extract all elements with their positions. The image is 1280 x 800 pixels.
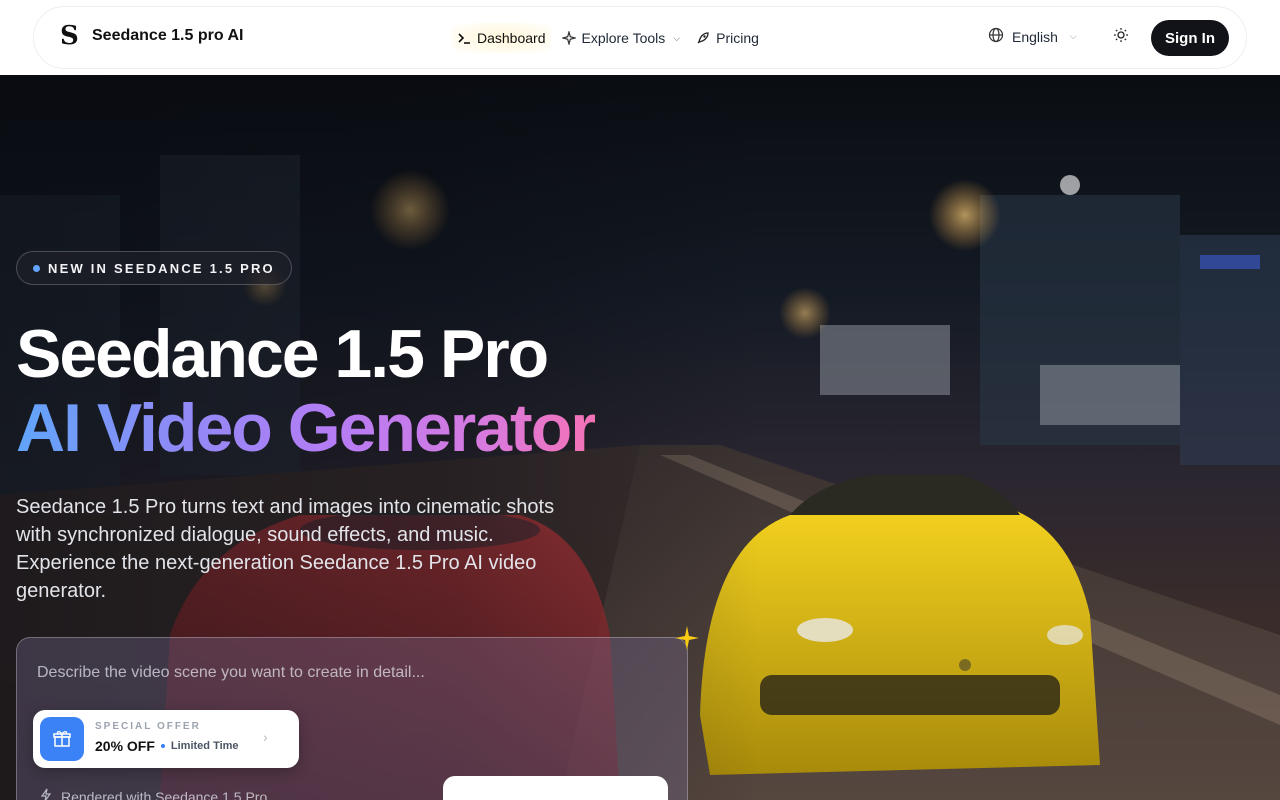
hero-section: NEW IN SEEDANCE 1.5 PRO Seedance 1.5 Pro… bbox=[0, 75, 1280, 800]
nav-dashboard-label: Dashboard bbox=[477, 30, 546, 46]
main-menu: Dashboard Explore Tools ⌵ Pricing bbox=[452, 23, 764, 53]
sparkles-icon bbox=[560, 29, 577, 47]
top-bar: S Seedance 1.5 pro AI Dashboard Explore … bbox=[0, 0, 1280, 75]
sparkle-icon bbox=[675, 626, 699, 650]
nav-pricing[interactable]: Pricing bbox=[691, 23, 764, 53]
offer-label: SPECIAL OFFER bbox=[95, 721, 201, 732]
chevron-down-icon: ⌵ bbox=[1069, 31, 1077, 41]
brand-logo: S bbox=[60, 21, 79, 51]
nav-pricing-label: Pricing bbox=[716, 30, 759, 46]
chevron-down-icon: ⌵ bbox=[673, 32, 681, 43]
hero-title-line2: AI Video Generator bbox=[16, 390, 597, 466]
rendered-note: Rendered with Seedance 1.5 Pro bbox=[39, 788, 267, 800]
try-free-button[interactable]: Try Seedance 1.5 Pro Free bbox=[443, 776, 668, 800]
rendered-note-text: Rendered with Seedance 1.5 Pro bbox=[61, 788, 268, 800]
hero-description: Seedance 1.5 Pro turns text and images i… bbox=[16, 496, 555, 602]
brand-link[interactable]: S Seedance 1.5 pro AI bbox=[60, 23, 243, 49]
new-badge: NEW IN SEEDANCE 1.5 PRO bbox=[16, 251, 292, 285]
hero-title-line1: Seedance 1.5 Pro bbox=[16, 316, 549, 392]
offer-discount: 20% OFF bbox=[95, 738, 155, 754]
navbar: S Seedance 1.5 pro AI Dashboard Explore … bbox=[33, 6, 1247, 69]
offer-separator-dot bbox=[160, 744, 165, 748]
badge-text: NEW IN SEEDANCE 1.5 PRO bbox=[48, 260, 275, 276]
offer-note: Limited Time bbox=[170, 740, 239, 752]
prompt-card: SPECIAL OFFER 20% OFF Limited Time › Ren… bbox=[16, 637, 688, 800]
nav-explore-tools[interactable]: Explore Tools ⌵ bbox=[557, 23, 686, 53]
prompt-input[interactable] bbox=[37, 660, 657, 686]
brand-name: Seedance 1.5 pro AI bbox=[92, 27, 244, 44]
offer-details: 20% OFF Limited Time bbox=[95, 738, 239, 754]
rocket-icon bbox=[696, 31, 710, 45]
badge-dot bbox=[33, 264, 40, 272]
sign-in-button[interactable]: Sign In bbox=[1151, 20, 1229, 56]
gift-icon bbox=[40, 717, 84, 761]
language-label: English bbox=[1012, 28, 1058, 45]
terminal-icon bbox=[457, 31, 471, 45]
lightning-icon bbox=[39, 788, 53, 800]
sun-icon bbox=[1113, 27, 1129, 48]
theme-toggle[interactable] bbox=[1110, 26, 1132, 48]
special-offer-card[interactable]: SPECIAL OFFER 20% OFF Limited Time › bbox=[33, 710, 299, 768]
nav-dashboard[interactable]: Dashboard bbox=[452, 23, 551, 53]
nav-explore-tools-label: Explore Tools bbox=[581, 30, 666, 46]
globe-icon bbox=[988, 27, 1004, 46]
chevron-right-icon: › bbox=[263, 729, 268, 745]
language-selector[interactable]: English ⌵ bbox=[988, 27, 1077, 46]
